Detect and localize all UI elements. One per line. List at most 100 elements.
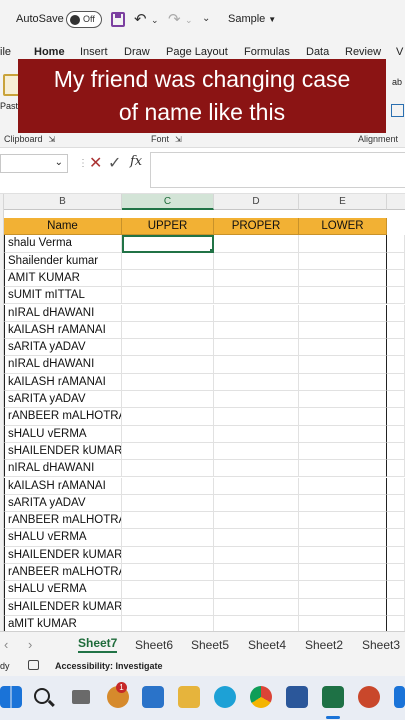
name-cell[interactable]: Shailender kumar — [4, 252, 122, 270]
proper-cell[interactable] — [214, 598, 299, 616]
lower-cell[interactable] — [299, 304, 387, 322]
excel-icon[interactable] — [322, 686, 344, 708]
empty-cell[interactable] — [387, 269, 405, 288]
file-explorer-icon[interactable] — [178, 686, 200, 708]
tab-view[interactable]: V — [396, 46, 403, 58]
more-apps-icon[interactable] — [394, 686, 405, 708]
lower-cell[interactable] — [299, 460, 387, 478]
upper-cell[interactable] — [122, 269, 214, 288]
upper-cell[interactable] — [122, 339, 214, 357]
proper-cell[interactable] — [214, 321, 299, 340]
tab-draw[interactable]: Draw — [124, 46, 150, 58]
sheet-tab-sheet6[interactable]: Sheet6 — [135, 638, 173, 652]
customize-toolbar-icon[interactable]: ⌄ — [202, 13, 210, 24]
sheet-tab-sheet3[interactable]: Sheet3 — [362, 638, 400, 652]
upper-cell[interactable] — [122, 235, 214, 253]
name-cell[interactable]: sHAILENDER kUMAR — [4, 546, 122, 564]
scroll-left-icon[interactable]: ‹ — [4, 637, 8, 652]
lower-cell[interactable] — [299, 287, 387, 305]
proper-cell[interactable] — [214, 460, 299, 478]
save-icon[interactable] — [111, 12, 125, 27]
empty-cell[interactable] — [387, 598, 405, 616]
upper-cell[interactable] — [122, 442, 214, 461]
lower-cell[interactable] — [299, 494, 387, 513]
proper-cell[interactable] — [214, 425, 299, 443]
scroll-right-icon[interactable]: › — [28, 637, 32, 652]
proper-cell[interactable] — [214, 512, 299, 530]
name-cell[interactable]: sHAILENDER kUMAR — [4, 598, 122, 616]
empty-cell[interactable] — [387, 564, 405, 582]
proper-cell[interactable] — [214, 546, 299, 564]
empty-cell[interactable] — [387, 529, 405, 547]
lower-cell[interactable] — [299, 269, 387, 288]
name-cell[interactable]: shalu Verma — [4, 235, 122, 253]
empty-cell[interactable] — [387, 287, 405, 305]
lower-cell[interactable] — [299, 425, 387, 443]
redo-dropdown-icon[interactable]: ⌄ — [185, 15, 193, 26]
proper-cell[interactable] — [214, 287, 299, 305]
cancel-icon[interactable]: ✕ — [89, 153, 102, 173]
tab-home[interactable]: Home — [34, 46, 65, 63]
empty-cell[interactable] — [387, 304, 405, 322]
document-name[interactable]: Sample ▼ — [228, 13, 276, 25]
proper-cell[interactable] — [214, 269, 299, 288]
upper-cell[interactable] — [122, 356, 214, 374]
lower-cell[interactable] — [299, 235, 387, 253]
name-cell[interactable]: sARITA yADAV — [4, 494, 122, 513]
name-cell[interactable]: AMIT KUMAR — [4, 269, 122, 288]
autosave-toggle[interactable]: Off — [66, 11, 102, 28]
empty-cell[interactable] — [387, 425, 405, 443]
lower-cell[interactable] — [299, 477, 387, 495]
upper-cell[interactable] — [122, 477, 214, 495]
lower-cell[interactable] — [299, 252, 387, 270]
more-icon[interactable]: ⋮ — [78, 158, 88, 169]
name-cell[interactable]: sHALU vERMA — [4, 581, 122, 599]
dialog-launcher-icon[interactable]: ⇲ — [49, 135, 56, 144]
tab-file[interactable]: ile — [0, 46, 11, 58]
empty-cell[interactable] — [387, 460, 405, 478]
proper-cell[interactable] — [214, 252, 299, 270]
empty-cell[interactable] — [387, 391, 405, 409]
name-cell[interactable]: sARITA yADAV — [4, 391, 122, 409]
teams-icon[interactable] — [142, 686, 164, 708]
header-cell-upper[interactable]: UPPER — [122, 218, 214, 236]
proper-cell[interactable] — [214, 494, 299, 513]
merge-icon[interactable] — [391, 104, 404, 117]
empty-cell[interactable] — [387, 546, 405, 564]
chrome-icon[interactable] — [250, 686, 272, 708]
upper-cell[interactable] — [122, 598, 214, 616]
upper-cell[interactable] — [122, 494, 214, 513]
sheet-tab-sheet4[interactable]: Sheet4 — [248, 638, 286, 652]
powerpoint-icon[interactable] — [358, 686, 380, 708]
name-cell[interactable]: sARITA yADAV — [4, 339, 122, 357]
name-cell[interactable]: kAILASH rAMANAI — [4, 373, 122, 391]
tab-review[interactable]: Review — [345, 46, 381, 58]
task-view-icon[interactable] — [72, 690, 90, 704]
empty-cell[interactable] — [387, 408, 405, 426]
lower-cell[interactable] — [299, 581, 387, 599]
tab-page-layout[interactable]: Page Layout — [166, 46, 228, 58]
upper-cell[interactable] — [122, 564, 214, 582]
upper-cell[interactable] — [122, 252, 214, 270]
undo-icon[interactable]: ↶ — [134, 10, 147, 28]
name-cell[interactable]: sHAILENDER kUMAR — [4, 442, 122, 461]
empty-cell[interactable] — [387, 581, 405, 599]
name-cell[interactable]: nIRAL dHAWANI — [4, 460, 122, 478]
lower-cell[interactable] — [299, 598, 387, 616]
word-icon[interactable] — [286, 686, 308, 708]
empty-cell[interactable] — [387, 356, 405, 374]
empty-cell[interactable] — [387, 235, 405, 253]
accessibility-status[interactable]: Accessibility: Investigate — [55, 661, 163, 671]
empty-cell[interactable] — [387, 442, 405, 461]
lower-cell[interactable] — [299, 564, 387, 582]
windows-start-icon[interactable] — [0, 686, 22, 708]
proper-cell[interactable] — [214, 564, 299, 582]
lower-cell[interactable] — [299, 442, 387, 461]
upper-cell[interactable] — [122, 460, 214, 478]
proper-cell[interactable] — [214, 356, 299, 374]
proper-cell[interactable] — [214, 477, 299, 495]
name-cell[interactable]: rANBEER mALHOTRA — [4, 512, 122, 530]
sheet-tab-sheet2[interactable]: Sheet2 — [305, 638, 343, 652]
lower-cell[interactable] — [299, 391, 387, 409]
upper-cell[interactable] — [122, 373, 214, 391]
